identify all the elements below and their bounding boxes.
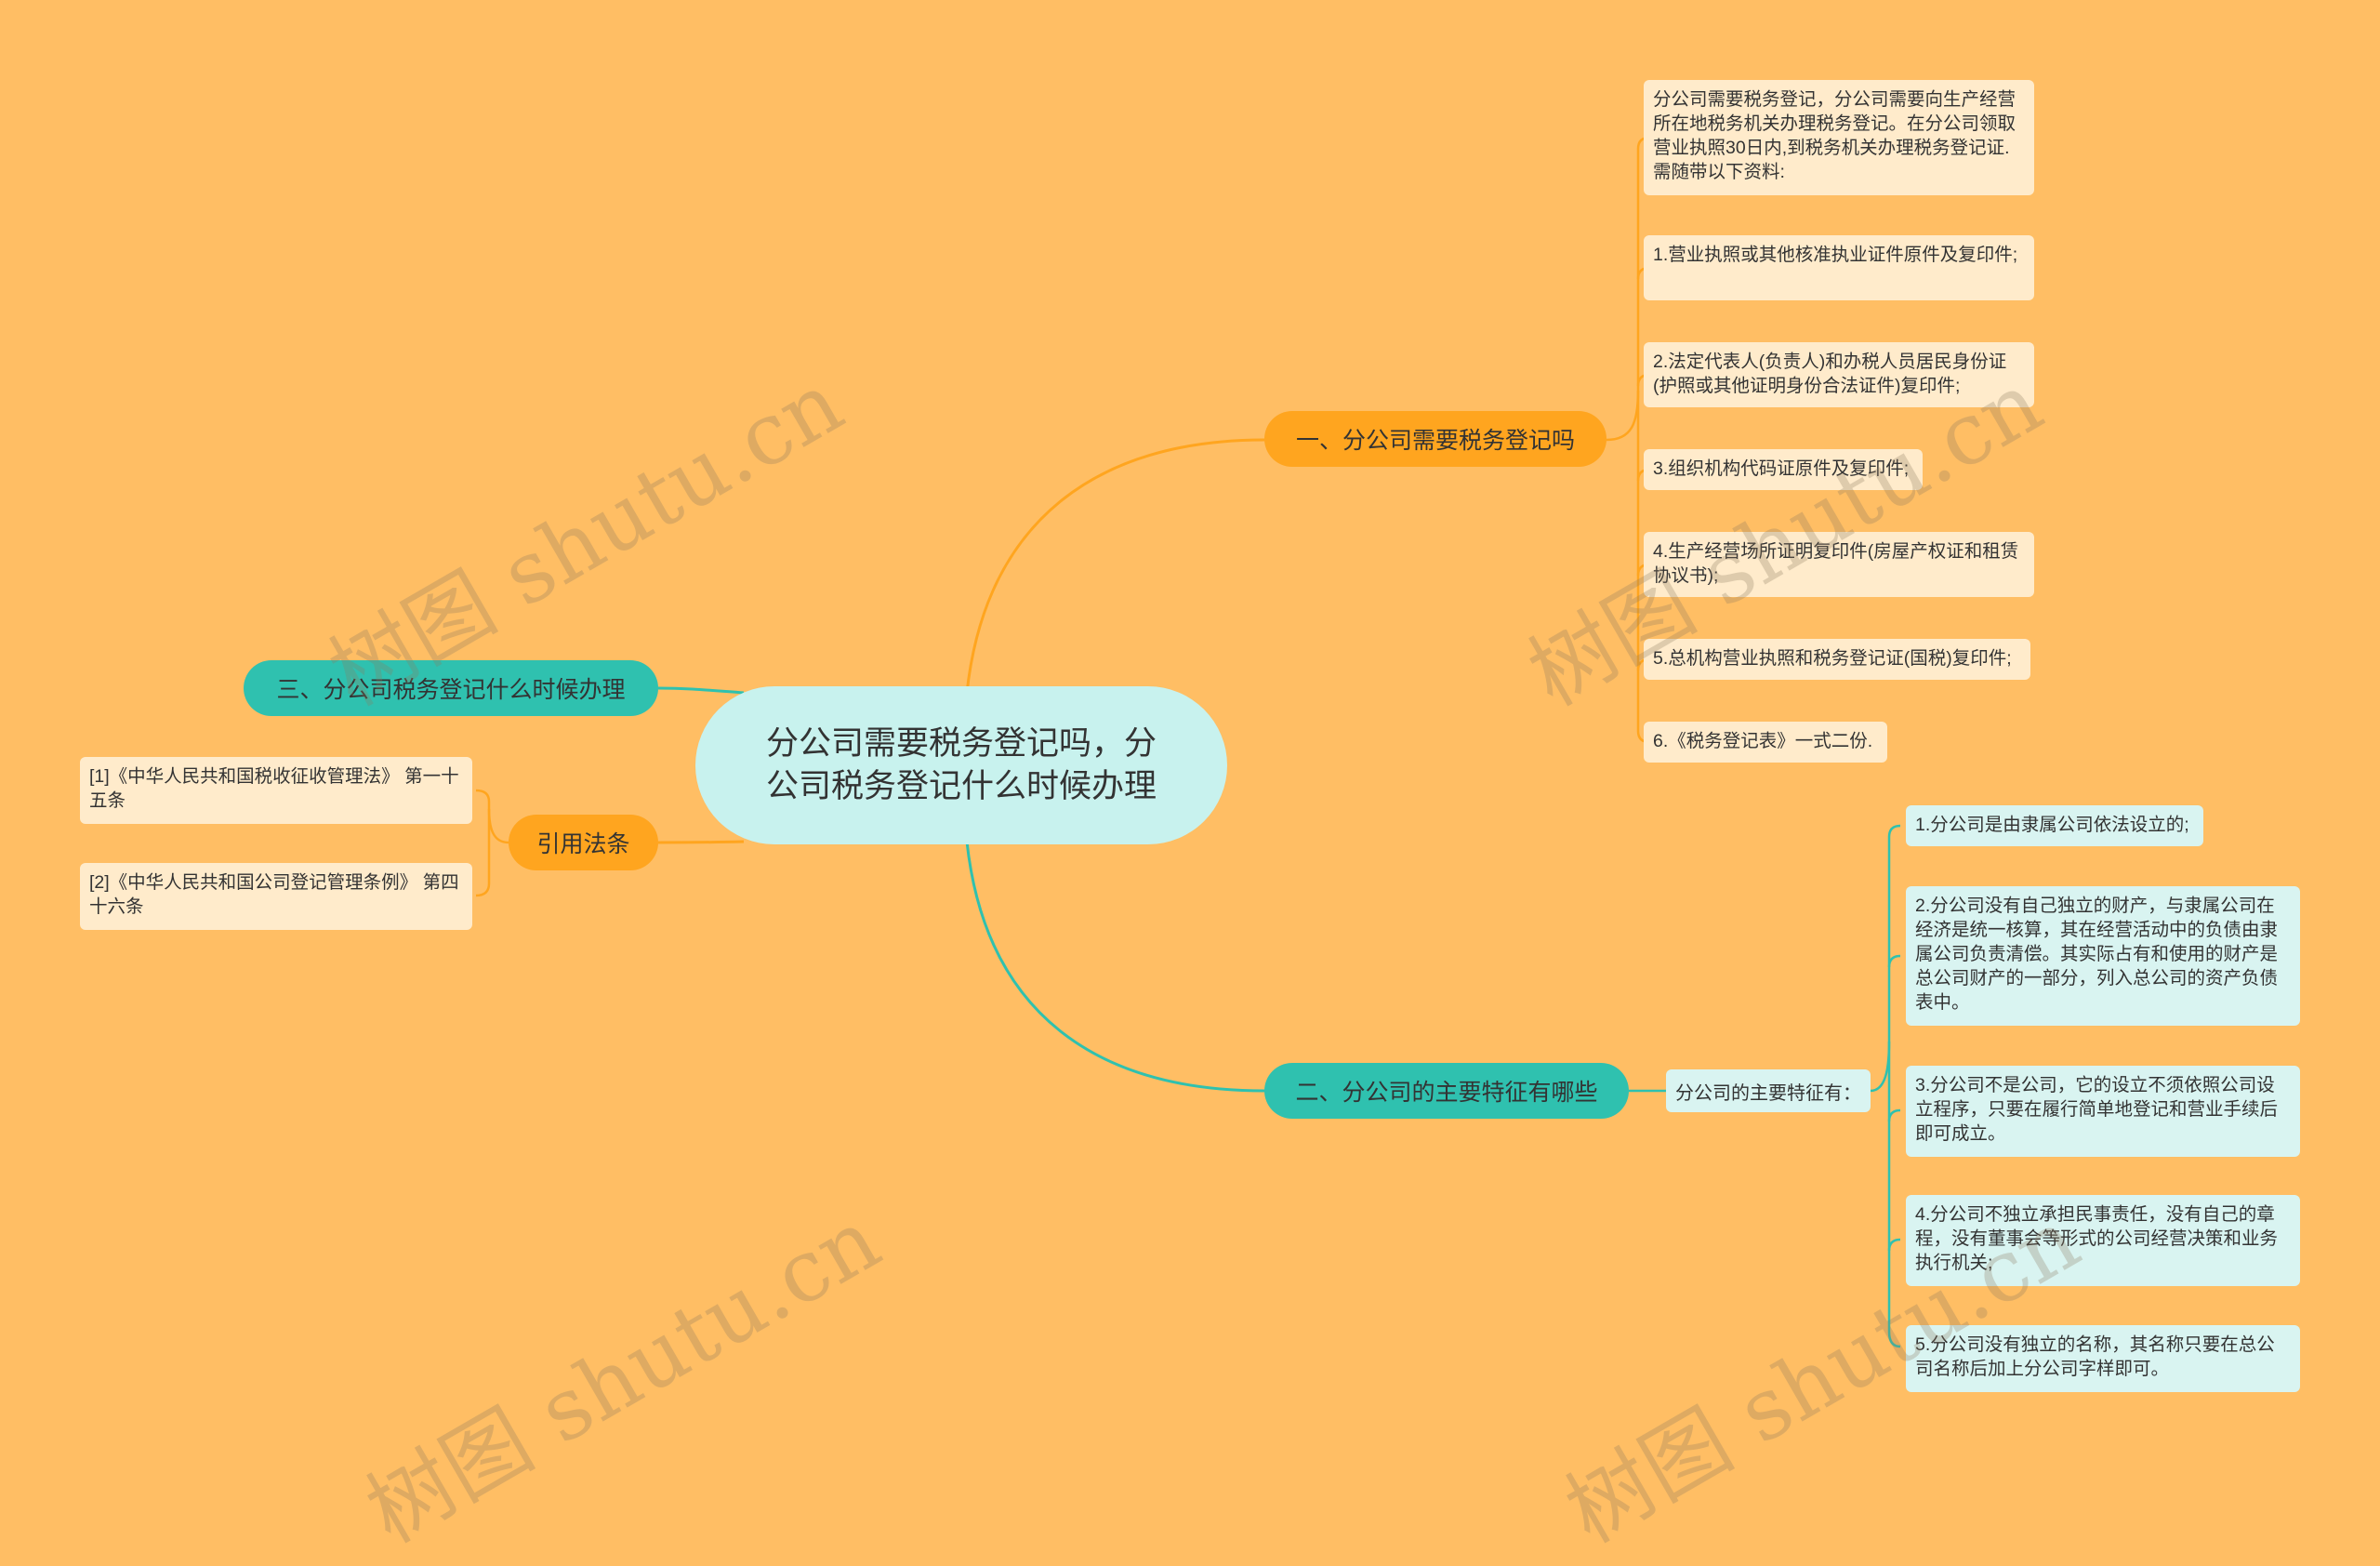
mindmap-canvas: 分公司需要税务登记吗，分公司税务登记什么时候办理 一、分公司需要税务登记吗 分公… xyxy=(0,0,2380,1562)
link-b4-leaf-1 xyxy=(475,883,491,897)
branch-branch-company-features[interactable]: 二、分公司的主要特征有哪些 xyxy=(1264,1063,1629,1119)
leaf-b1-item-6[interactable]: 6.《税务登记表》一式二份. xyxy=(1644,722,1887,763)
leaf-b1-item-4[interactable]: 4.生产经营场所证明复印件(房屋产权证和租赁协议书); xyxy=(1644,532,2034,597)
link-root-b2 xyxy=(965,841,1265,1093)
link-sub-leaf-3 xyxy=(1887,1238,1901,1252)
branch-cited-laws[interactable]: 引用法条 xyxy=(509,815,658,870)
link-root-b4 xyxy=(657,840,745,844)
leaf-b1-item-1[interactable]: 1.营业执照或其他核准执业证件原件及复印件; xyxy=(1644,235,2034,300)
link-sub-leaf-4 xyxy=(1887,1331,1901,1348)
leaf-b1-item-3[interactable]: 3.组织机构代码证原件及复印件; xyxy=(1644,449,1923,490)
leaf-b2-item-4[interactable]: 4.分公司不独立承担民事责任，没有自己的章程，没有董事会等形式的公司经营决策和业… xyxy=(1906,1195,2300,1286)
link-b4-leaf-0 xyxy=(475,789,491,803)
link-root-b1 xyxy=(965,438,1265,694)
link-sub-trunk xyxy=(1870,1041,1891,1093)
root-topic[interactable]: 分公司需要税务登记吗，分公司税务登记什么时候办理 xyxy=(695,686,1227,844)
leaf-b1-item-5[interactable]: 5.总机构营业执照和税务登记证(国税)复印件; xyxy=(1644,639,2030,680)
branch-tax-registration-needed[interactable]: 一、分公司需要税务登记吗 xyxy=(1264,411,1606,467)
leaf-law-1[interactable]: [1]《中华人民共和国税收征收管理法》 第一十五条 xyxy=(80,757,472,824)
leaf-b2-item-2[interactable]: 2.分公司没有自己独立的财产，与隶属公司在经济是统一核算，其在经营活动中的负债由… xyxy=(1906,886,2300,1026)
link-b4-trunk xyxy=(487,808,509,844)
link-sub-leaf-0 xyxy=(1887,824,1901,838)
leaf-b2-item-1[interactable]: 1.分公司是由隶属公司依法设立的; xyxy=(1906,805,2203,846)
leaf-b2-item-5[interactable]: 5.分公司没有独立的名称，其名称只要在总公司名称后加上分公司字样即可。 xyxy=(1906,1325,2300,1392)
leaf-b2-item-3[interactable]: 3.分公司不是公司，它的设立不须依照公司设立程序，只要在履行简单地登记和营业手续… xyxy=(1906,1066,2300,1157)
sub-branch-features-intro[interactable]: 分公司的主要特征有： xyxy=(1666,1069,1871,1112)
leaf-b1-intro[interactable]: 分公司需要税务登记，分公司需要向生产经营所在地税务机关办理税务登记。在分公司领取… xyxy=(1644,80,2034,195)
leaf-b1-item-2[interactable]: 2.法定代表人(负责人)和办税人员居民身份证(护照或其他证明身份合法证件)复印件… xyxy=(1644,342,2034,407)
branch-when-to-register[interactable]: 三、分公司税务登记什么时候办理 xyxy=(244,660,658,716)
link-sub-leaf-2 xyxy=(1887,1108,1901,1122)
link-b1-trunk xyxy=(1606,390,1640,442)
link-sub-leaf-1 xyxy=(1887,954,1901,968)
link-root-b3 xyxy=(657,686,745,695)
leaf-law-2[interactable]: [2]《中华人民共和国公司登记管理条例》 第四十六条 xyxy=(80,863,472,930)
